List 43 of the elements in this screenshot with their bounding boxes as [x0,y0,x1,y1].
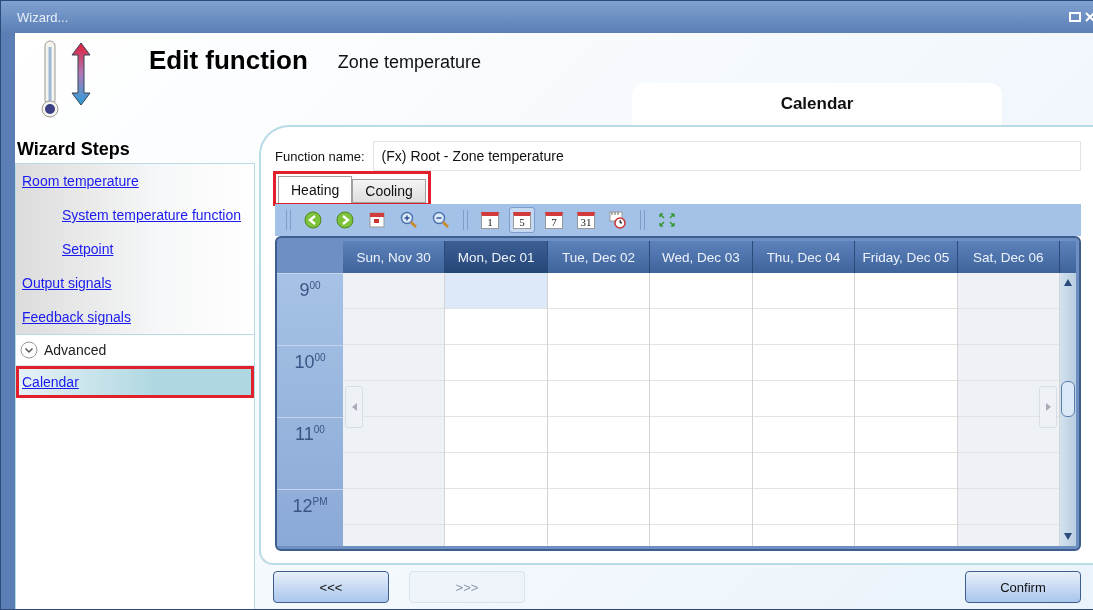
zoom-out-icon [432,211,450,229]
hour-label: 9$^{00}$ [299,280,321,302]
field-label: Function name: [275,148,365,164]
section-label: Advanced [44,342,107,358]
scroll-thumb[interactable] [1060,381,1075,417]
wizard-step-link[interactable]: Calendar [16,366,254,398]
day-header[interactable]: Sat, Dec 06 [957,241,1060,273]
wizard-button[interactable]: Confirm [965,571,1081,603]
page-subtitle: Zone temperature [337,52,481,73]
hour-label: 11$^{00}$ [295,424,325,446]
mode-tab[interactable]: Heating [278,176,353,203]
wizard-step-link[interactable]: Setpoint [16,232,114,266]
restore-icon[interactable] [1069,12,1081,22]
day-header[interactable]: Wed, Dec 03 [650,241,753,273]
sidebar-title: Wizard Steps [17,139,131,161]
wizard-step-link[interactable]: Room temperature [16,164,139,198]
hour-label: 10$^{00}$ [294,352,326,374]
wizard-step-link[interactable]: Output signals [16,266,112,300]
hour-label: 12$^{PM}$ [292,496,328,518]
left-caret-icon [351,403,357,411]
previous-button[interactable] [345,386,363,428]
expand-icon [659,213,675,227]
day-header[interactable]: Friday, Dec 05 [855,241,958,273]
close-icon[interactable] [1085,12,1093,22]
next-button[interactable] [1039,386,1057,428]
scroll-down-icon[interactable] [1063,533,1072,540]
scroll-up-icon[interactable] [1063,279,1072,286]
chevron-down-icon[interactable] [20,341,38,359]
wizard-button[interactable]: <<< [273,571,389,603]
clock-calendar-icon [609,211,627,229]
day-header[interactable]: Thu, Dec 04 [752,241,856,273]
calendar-icon [369,212,385,228]
wizard-step-link[interactable]: Feedback signals [16,300,131,334]
mode-tab[interactable]: Cooling [352,179,426,203]
day-header[interactable]: Mon, Dec 01 [445,241,548,273]
window-title: Wizard... [17,9,69,25]
day-header[interactable]: Tue, Dec 02 [547,241,651,273]
wizard-step-link[interactable]: System temperature function [16,198,241,232]
page-title: Edit function [149,45,308,76]
right-caret-icon [1045,403,1051,411]
function-name-field[interactable]: (Fx) Root - Zone temperature [372,141,1081,171]
day-header[interactable]: Sun, Nov 30 [343,241,446,273]
zoom-in-icon [400,211,418,229]
